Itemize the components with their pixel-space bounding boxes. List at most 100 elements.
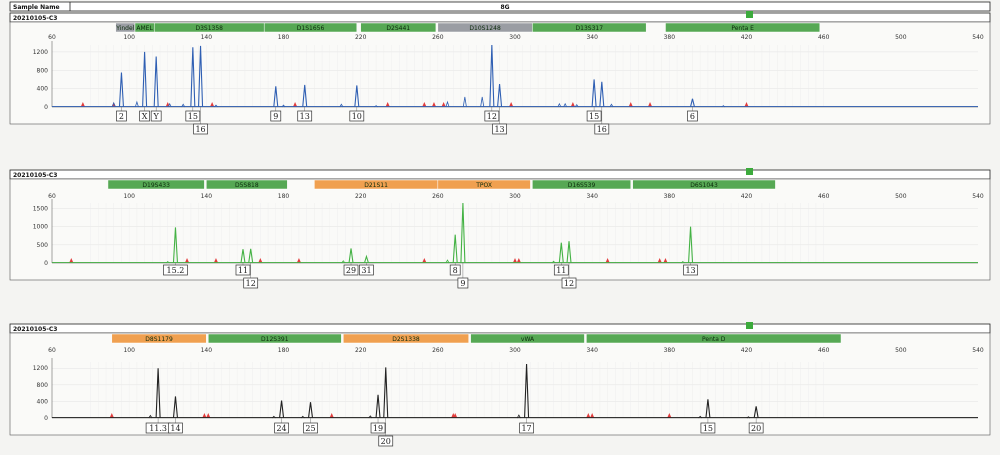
dye-panel-green: 20210105-C3 D19S433 D5S818 D21S11 TPOX D16S53… [9,168,991,289]
allele-call-label: 15 [188,112,198,121]
allele-call-label: 8 [453,266,458,275]
x-tick-label: 260 [432,193,444,200]
y-tick-label: 400 [37,86,49,93]
x-tick-label: 340 [586,193,598,200]
x-tick-label: 100 [123,34,135,41]
allele-call-label: 6 [690,112,695,121]
y-tick-label: 0 [44,104,48,111]
y-tick-label: 1000 [33,224,48,231]
marker-label: D8S1179 [145,336,173,343]
y-tick-label: 1500 [33,205,48,212]
report-header: Sample Name 8G [9,1,991,12]
electropherogram-report: Sample Name 8G 20210105-C3 Yindel AMEL D3S1… [0,0,1000,451]
allele-call-label: X [142,112,148,121]
y-tick-label: 0 [44,415,48,422]
allele-call-label: 13 [685,266,695,275]
allele-call-label: 2 [119,112,124,121]
dye-panel-black: 20210105-C3 D8S1179 D12S391 D2S1338 vWA Penta… [9,322,991,447]
x-tick-label: 60 [48,347,56,354]
allele-call-label: 12 [246,279,256,288]
x-tick-label: 540 [972,193,984,200]
allele-call-label: 12 [487,112,497,121]
allele-call-label: 13 [300,112,310,121]
x-tick-label: 500 [895,34,907,41]
x-tick-label: 460 [818,193,830,200]
allele-call-label: 16 [195,125,205,134]
allele-call-label: 14 [170,424,180,433]
x-tick-label: 300 [509,347,521,354]
x-tick-label: 460 [818,34,830,41]
allele-call-label: 9 [273,112,278,121]
marker-label: D21S11 [364,182,388,189]
y-tick-label: 0 [44,260,48,267]
x-tick-label: 140 [201,193,213,200]
allele-call-label: 20 [751,424,761,433]
allele-call-label: 25 [305,424,315,433]
allele-call-label: 12 [564,279,574,288]
sample-id: 20210105-C3 [13,326,57,333]
x-tick-label: 100 [123,347,135,354]
allele-call-label: Y [153,112,160,121]
x-tick-label: 380 [664,193,676,200]
x-tick-label: 140 [201,347,213,354]
marker-label: D3S1358 [195,25,223,32]
x-tick-label: 340 [586,34,598,41]
y-tick-label: 800 [37,67,49,74]
y-tick-label: 1200 [33,365,48,372]
x-tick-label: 300 [509,193,521,200]
marker-label: D16S539 [568,182,596,189]
x-tick-label: 100 [123,193,135,200]
marker-label: D6S1043 [690,182,718,189]
sample-id: 20210105-C3 [13,172,57,179]
allele-call-label: 20 [381,437,391,446]
x-tick-label: 420 [741,347,753,354]
sample-name-label: Sample Name [13,4,60,11]
status-indicator [746,11,753,18]
allele-call-label: 15.2 [167,266,185,275]
status-indicator [746,168,753,175]
x-tick-label: 220 [355,193,367,200]
x-tick-label: 500 [895,347,907,354]
allele-call-label: 13 [494,125,504,134]
marker-label: D12S391 [261,336,289,343]
allele-call-label: 10 [352,112,362,121]
x-tick-label: 540 [972,347,984,354]
marker-label: Yindel [115,25,134,32]
report-title: 8G [500,4,509,11]
x-tick-label: 420 [741,34,753,41]
y-tick-label: 400 [37,398,49,405]
x-tick-label: 180 [278,347,290,354]
marker-label: D13S317 [576,25,604,32]
x-tick-label: 60 [48,34,56,41]
plot-frame [9,178,991,281]
x-tick-label: 260 [432,34,444,41]
y-tick-label: 500 [37,242,49,249]
allele-call-label: 16 [597,125,607,134]
x-tick-label: 60 [48,193,56,200]
marker-label: D2S1338 [392,336,420,343]
x-tick-label: 380 [664,34,676,41]
allele-call-label: 15 [703,424,713,433]
marker-label: vWA [521,336,535,343]
marker-label: Penta D [702,336,726,343]
x-tick-label: 180 [278,193,290,200]
x-tick-label: 500 [895,193,907,200]
x-tick-label: 380 [664,347,676,354]
sample-header-bar [9,12,991,23]
allele-call-label: 11 [238,266,248,275]
sample-id: 20210105-C3 [13,15,57,22]
marker-label: D2S441 [386,25,410,32]
x-tick-label: 220 [355,347,367,354]
allele-call-label: 11.3 [149,424,167,433]
x-tick-label: 300 [509,34,521,41]
allele-call-label: 11 [556,266,566,275]
marker-label: D19S433 [142,182,170,189]
sample-header-bar [9,323,991,334]
sample-header-bar [9,169,991,180]
x-tick-label: 460 [818,347,830,354]
x-tick-label: 340 [586,347,598,354]
allele-call-label: 31 [361,266,371,275]
marker-label: AMEL [136,25,153,32]
allele-call-label: 19 [373,424,383,433]
x-tick-label: 260 [432,347,444,354]
